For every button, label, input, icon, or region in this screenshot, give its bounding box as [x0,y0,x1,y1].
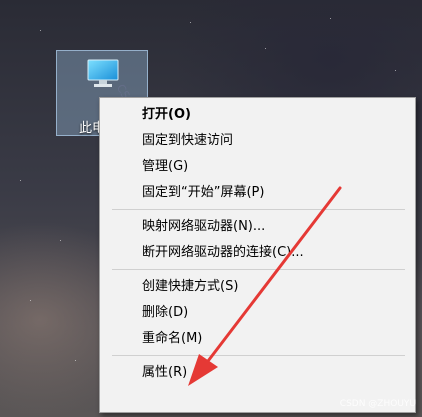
menu-item-open[interactable]: 打开(O) [100,102,415,128]
menu-item-create-shortcut[interactable]: 创建快捷方式(S) [100,274,415,300]
csdn-credit: CSDN @ZHOUYU [339,399,416,409]
menu-item-properties[interactable]: 属性(R) [100,360,415,386]
menu-item-rename[interactable]: 重命名(M) [100,326,415,352]
menu-item-map-network-drive[interactable]: 映射网络驱动器(N)... [100,214,415,240]
menu-separator [112,209,405,210]
menu-item-pin-start[interactable]: 固定到“开始”屏幕(P) [100,180,415,206]
menu-separator [112,269,405,270]
menu-item-manage[interactable]: 管理(G) [100,154,415,180]
computer-icon [87,59,119,87]
context-menu: 打开(O) 固定到快速访问 管理(G) 固定到“开始”屏幕(P) 映射网络驱动器… [99,97,416,413]
menu-item-disconnect-network-drive[interactable]: 断开网络驱动器的连接(C)... [100,240,415,266]
menu-separator [112,355,405,356]
menu-item-pin-quick-access[interactable]: 固定到快速访问 [100,128,415,154]
menu-item-delete[interactable]: 删除(D) [100,300,415,326]
